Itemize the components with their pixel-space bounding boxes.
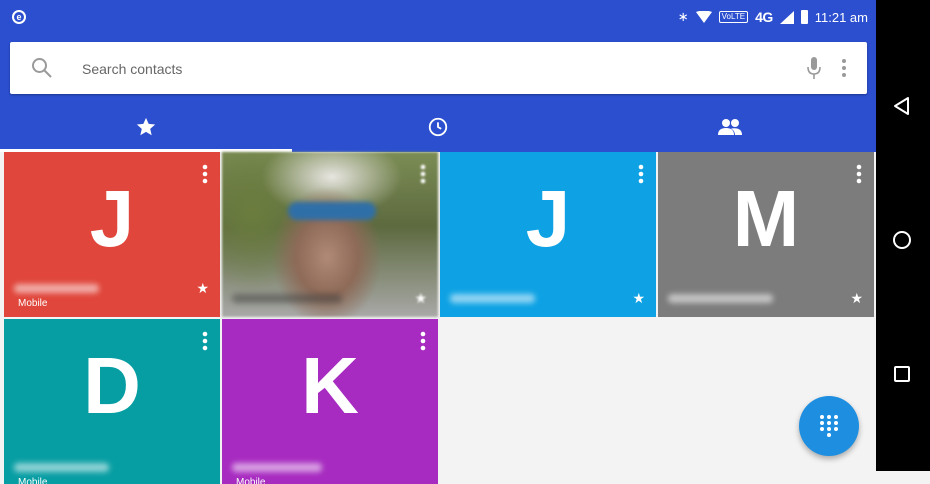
bluetooth-icon: ∗ xyxy=(677,9,689,24)
contact-name-blurred xyxy=(668,294,773,303)
more-vert-icon[interactable] xyxy=(856,164,862,184)
phone-type: Mobile xyxy=(18,477,48,484)
network-type: 4G xyxy=(755,9,773,25)
dialpad-button[interactable] xyxy=(799,396,859,456)
tab-recents[interactable] xyxy=(292,102,584,152)
star-icon xyxy=(136,117,156,136)
battery-icon xyxy=(800,10,808,24)
clock-icon xyxy=(428,117,448,137)
home-icon[interactable] xyxy=(891,229,913,251)
search-icon[interactable] xyxy=(31,57,53,79)
more-vert-icon[interactable] xyxy=(420,164,426,184)
tab-bar xyxy=(0,102,876,152)
more-vert-icon[interactable] xyxy=(840,56,848,80)
favorite-tile-photo[interactable]: ★ xyxy=(222,152,438,317)
more-vert-icon[interactable] xyxy=(420,331,426,351)
star-icon: ★ xyxy=(850,290,863,306)
contact-initial: J xyxy=(89,174,135,263)
phone-type: Mobile xyxy=(18,298,48,309)
search-header xyxy=(0,36,876,102)
favorite-tile[interactable]: J ★ Mobile xyxy=(4,152,220,317)
contact-initial: J xyxy=(525,174,571,263)
search-bar[interactable] xyxy=(10,42,867,94)
volte-badge: VoLTE xyxy=(718,11,749,23)
phone-type: Mobile xyxy=(236,477,266,484)
dialpad-icon xyxy=(820,415,838,437)
favorites-grid: J ★ Mobile ★ J ★ M ★ D Mobile K Mobile xyxy=(4,152,876,484)
more-vert-icon[interactable] xyxy=(202,331,208,351)
favorite-tile[interactable]: M ★ xyxy=(658,152,874,317)
wifi-icon xyxy=(695,11,712,23)
status-time: 11:21 am xyxy=(814,9,868,25)
contact-initial: K xyxy=(301,341,359,430)
signal-icon xyxy=(779,10,794,24)
more-vert-icon[interactable] xyxy=(202,164,208,184)
star-icon: ★ xyxy=(414,290,427,306)
back-icon[interactable] xyxy=(891,95,913,117)
system-nav-bar xyxy=(876,0,930,471)
favorite-tile[interactable]: D Mobile xyxy=(4,319,220,484)
app-notification-icon: e xyxy=(12,10,26,24)
recents-icon[interactable] xyxy=(891,363,913,385)
tab-contacts[interactable] xyxy=(584,102,876,152)
search-input[interactable] xyxy=(82,58,682,80)
contact-initial: M xyxy=(732,174,800,263)
more-vert-icon[interactable] xyxy=(638,164,644,184)
tab-favorites[interactable] xyxy=(0,102,292,152)
star-icon: ★ xyxy=(632,290,645,306)
status-bar: e ∗ VoLTE 4G 11:21 am xyxy=(0,0,876,36)
contact-photo xyxy=(288,202,376,220)
star-icon: ★ xyxy=(196,280,209,296)
people-icon xyxy=(718,119,742,135)
favorite-tile[interactable]: K Mobile xyxy=(222,319,438,484)
favorite-tile[interactable]: J ★ xyxy=(440,152,656,317)
contact-name-blurred xyxy=(14,284,99,293)
contact-name-blurred xyxy=(232,294,342,303)
contact-initial: D xyxy=(83,341,141,430)
mic-icon[interactable] xyxy=(806,56,822,80)
contact-name-blurred xyxy=(450,294,535,303)
